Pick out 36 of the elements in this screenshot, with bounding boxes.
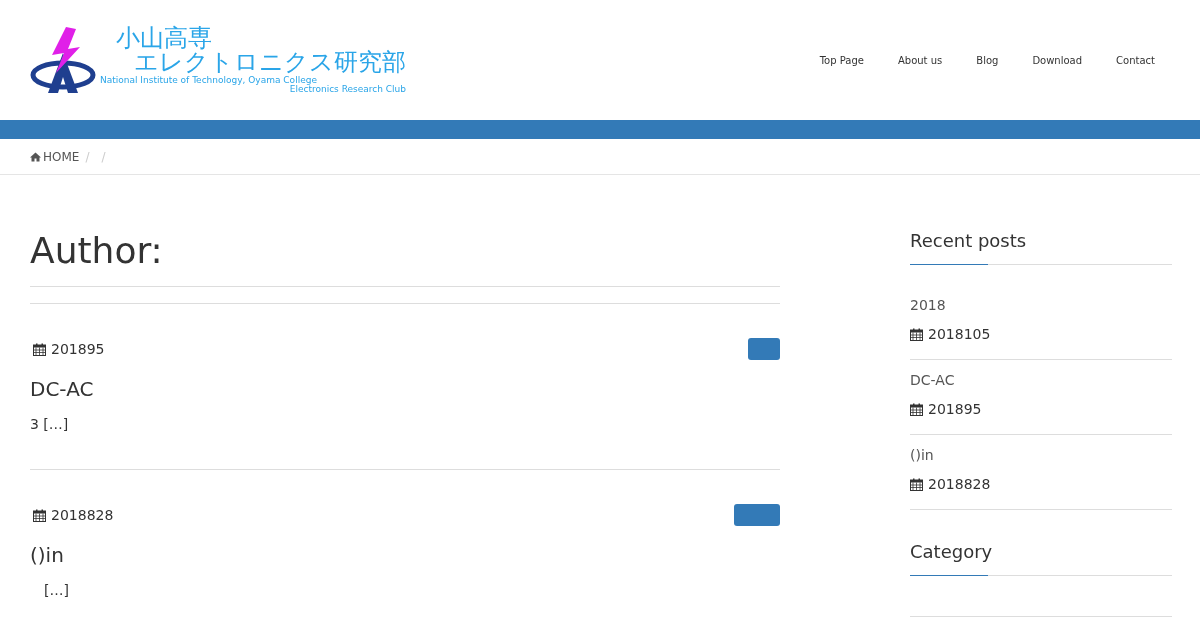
breadcrumb-separator: / xyxy=(85,148,90,166)
recent-post-link[interactable]: 2018 xyxy=(910,295,1172,316)
logo-subtitle: Electronics Research Club xyxy=(289,85,406,94)
category-badge[interactable] xyxy=(734,504,780,526)
recent-post-date: 201895 xyxy=(928,400,982,419)
recent-post-date: 2018105 xyxy=(928,325,991,344)
logo-subtitle: National Institute of Technology, Oyama College xyxy=(100,76,318,85)
nav-link[interactable]: Blog xyxy=(976,52,999,68)
post-title-link[interactable]: ()in xyxy=(30,540,780,570)
nav-link[interactable]: Download xyxy=(1032,52,1083,68)
post-date: 201895 xyxy=(51,339,105,359)
breadcrumb-home-link[interactable]: HOME xyxy=(43,147,80,166)
breadcrumb-separator: / xyxy=(101,148,106,166)
calendar-icon xyxy=(910,403,923,416)
sidebar-heading: Recent posts xyxy=(910,227,1172,265)
nav-link[interactable]: About us xyxy=(897,52,943,68)
sidebar-heading: Category xyxy=(910,538,1172,576)
post-date: 2018828 xyxy=(51,505,114,525)
calendar-icon xyxy=(33,508,46,522)
post-title-link[interactable]: DC-AC xyxy=(30,374,780,404)
recent-post-date: 2018828 xyxy=(928,475,991,494)
calendar-icon xyxy=(910,328,923,341)
calendar-icon xyxy=(33,342,46,356)
logo-emblem-drawing xyxy=(30,25,96,95)
post-excerpt: 3 […] xyxy=(30,415,70,434)
post-excerpt: […] xyxy=(43,581,70,600)
calendar-icon xyxy=(910,478,923,491)
recent-post-link[interactable]: ()in xyxy=(910,445,1172,466)
page-title: Author: xyxy=(30,233,780,287)
logo-title: 小山高専 xyxy=(116,26,213,50)
category-badge[interactable] xyxy=(748,338,780,360)
nav-link[interactable]: Contact xyxy=(1116,52,1155,68)
nav-link[interactable]: Top Page xyxy=(819,52,864,68)
recent-post-link[interactable]: DC-AC xyxy=(910,370,1172,391)
logo-title: エレクトロニクス研究部 xyxy=(134,50,406,74)
home-icon xyxy=(30,151,41,162)
